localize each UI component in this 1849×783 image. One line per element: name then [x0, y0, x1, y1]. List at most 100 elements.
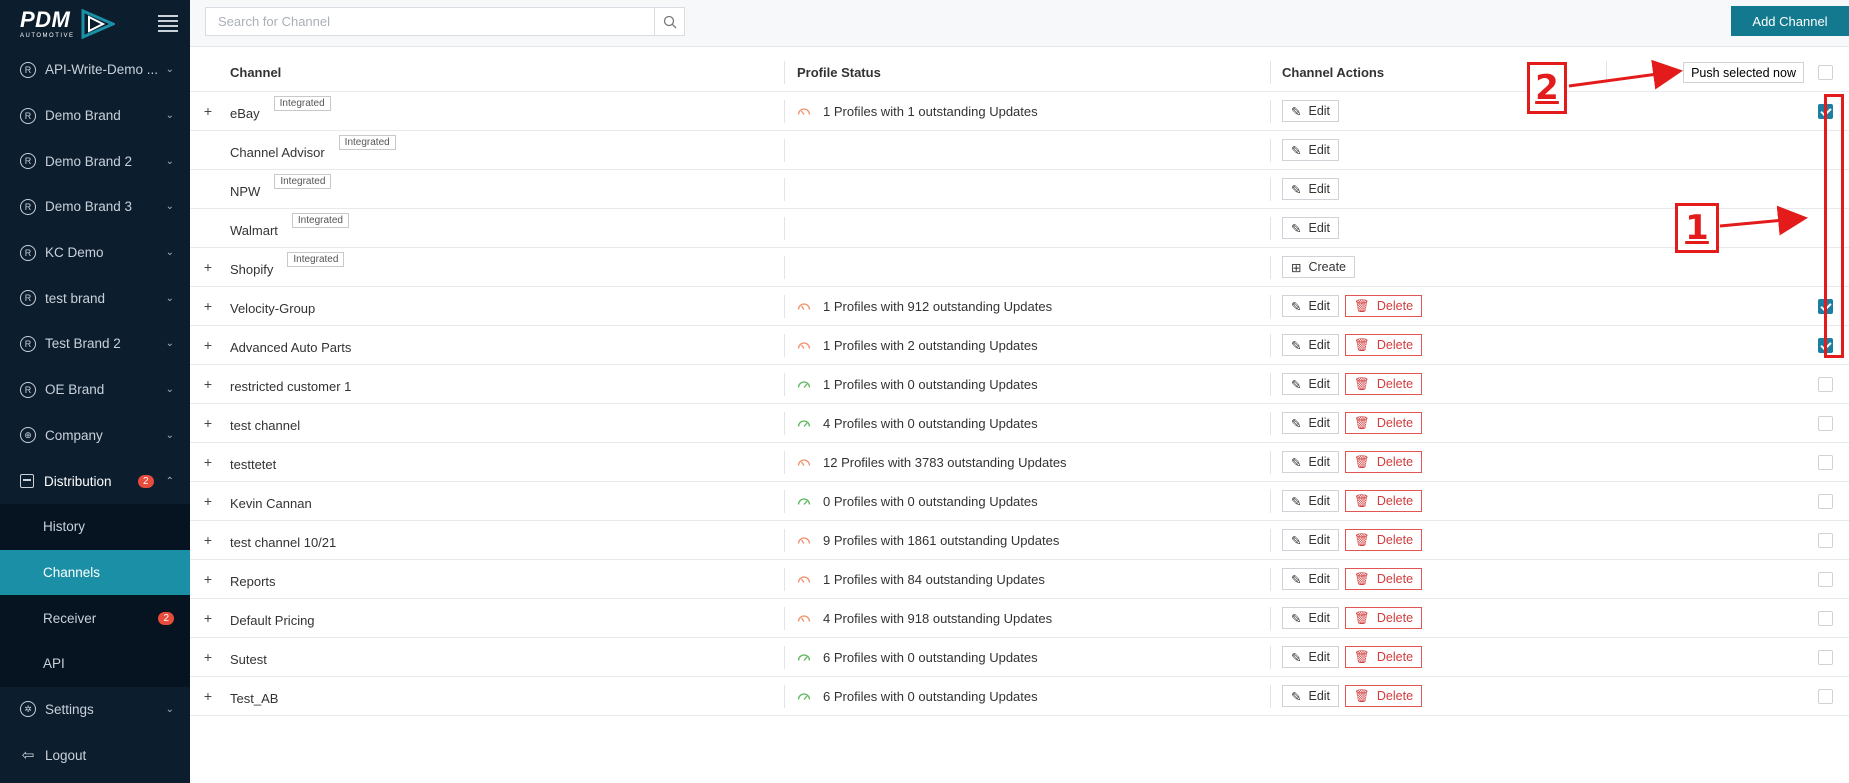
channel-name[interactable]: Channel Advisor	[230, 145, 325, 160]
channel-name[interactable]: NPW	[230, 184, 260, 199]
search-button[interactable]	[654, 8, 684, 35]
edit-button[interactable]: ✎ Edit	[1282, 373, 1340, 395]
expand-row-icon[interactable]: +	[196, 532, 220, 548]
row-select-checkbox[interactable]	[1818, 532, 1833, 548]
row-select-checkbox[interactable]	[1818, 571, 1833, 587]
expand-row-icon[interactable]: +	[196, 493, 220, 509]
edit-button[interactable]: ✎ Edit	[1282, 295, 1340, 317]
edit-button[interactable]: ✎ Edit	[1282, 607, 1340, 629]
expand-row-icon[interactable]: +	[196, 259, 220, 275]
channel-name[interactable]: eBay	[230, 106, 260, 121]
sidebar-item-logout[interactable]: ⇦ Logout	[0, 732, 190, 778]
channel-name[interactable]: Advanced Auto Parts	[230, 340, 351, 355]
channel-name[interactable]: test channel 10/21	[230, 535, 336, 550]
sidebar-subitem-receiver[interactable]: Receiver 2	[0, 595, 190, 641]
delete-button[interactable]: 🗑 Delete	[1345, 607, 1423, 629]
channel-name[interactable]: testtetet	[230, 457, 276, 472]
create-button[interactable]: ⊞ Create	[1282, 256, 1356, 278]
delete-button[interactable]: 🗑 Delete	[1345, 295, 1423, 317]
expand-row-icon[interactable]: +	[196, 337, 220, 353]
delete-button[interactable]: 🗑 Delete	[1345, 412, 1423, 434]
sidebar-item-brand[interactable]: R OE Brand ⌄	[0, 367, 190, 413]
expand-row-icon[interactable]: +	[196, 688, 220, 704]
sidebar-subitem-api[interactable]: API	[0, 640, 190, 687]
channel-name[interactable]: Velocity-Group	[230, 301, 315, 316]
channel-name[interactable]: restricted customer 1	[230, 379, 351, 394]
chevron-down-icon: ⌄	[165, 292, 174, 304]
sidebar-subitem-channels[interactable]: Channels	[0, 549, 190, 596]
row-select-checkbox[interactable]	[1818, 649, 1833, 665]
edit-button[interactable]: ✎ Edit	[1282, 646, 1340, 668]
row-select-checkbox[interactable]	[1818, 415, 1833, 431]
button-label: Delete	[1376, 299, 1414, 313]
delete-button[interactable]: 🗑 Delete	[1345, 451, 1423, 473]
row-select-checkbox[interactable]	[1818, 376, 1833, 392]
row-select-checkbox[interactable]	[1818, 610, 1833, 626]
column-divider	[784, 139, 785, 162]
sidebar-item-label: History	[43, 519, 86, 535]
menu-toggle-icon[interactable]	[158, 14, 178, 33]
edit-button[interactable]: ✎ Edit	[1282, 529, 1340, 551]
channel-name[interactable]: Walmart	[230, 223, 278, 238]
sidebar-item-brand[interactable]: R KC Demo ⌄	[0, 230, 190, 276]
channel-name[interactable]: Test_AB	[230, 691, 278, 706]
expand-row-icon[interactable]: +	[196, 376, 220, 392]
sidebar-item-brand[interactable]: R Demo Brand 3 ⌄	[0, 184, 190, 230]
channel-name[interactable]: Shopify	[230, 262, 273, 277]
channel-name[interactable]: Kevin Cannan	[230, 496, 312, 511]
column-divider	[784, 646, 785, 669]
sidebar-item-brand[interactable]: R Test Brand 2 ⌄	[0, 321, 190, 367]
header-channel: Channel	[230, 64, 282, 80]
expand-row-icon[interactable]: +	[196, 454, 220, 470]
expand-row-icon[interactable]: +	[196, 610, 220, 626]
row-select-checkbox[interactable]	[1818, 454, 1833, 470]
expand-row-icon[interactable]: +	[196, 103, 220, 119]
delete-button[interactable]: 🗑 Delete	[1345, 646, 1423, 668]
profile-status: 1 Profiles with 912 outstanding Updates	[797, 299, 1052, 314]
expand-row-icon[interactable]: +	[196, 571, 220, 587]
add-channel-button[interactable]: Add Channel	[1731, 6, 1849, 36]
sidebar-item-brand[interactable]: R Demo Brand ⌄	[0, 93, 190, 139]
delete-button[interactable]: 🗑 Delete	[1345, 490, 1423, 512]
delete-button[interactable]: 🗑 Delete	[1345, 373, 1423, 395]
logo[interactable]: PDM AUTOMOTIVE	[20, 8, 115, 39]
delete-button[interactable]: 🗑 Delete	[1345, 685, 1423, 707]
delete-button[interactable]: 🗑 Delete	[1345, 529, 1423, 551]
sidebar-subitem-history[interactable]: History	[0, 503, 190, 550]
edit-button[interactable]: ✎ Edit	[1282, 451, 1340, 473]
channel-name[interactable]: Sutest	[230, 652, 267, 667]
sidebar-item-settings[interactable]: ✲ Settings ⌄	[0, 687, 190, 733]
edit-button[interactable]: ✎ Edit	[1282, 100, 1340, 122]
delete-button[interactable]: 🗑 Delete	[1345, 334, 1423, 356]
expand-row-icon[interactable]: +	[196, 649, 220, 665]
edit-button[interactable]: ✎ Edit	[1282, 334, 1340, 356]
delete-button[interactable]: 🗑 Delete	[1345, 568, 1423, 590]
channel-actions: ✎ Edit 🗑 Delete	[1282, 685, 1423, 707]
edit-button[interactable]: ✎ Edit	[1282, 490, 1340, 512]
select-all-checkbox[interactable]	[1818, 64, 1833, 80]
push-selected-button[interactable]: Push selected now	[1683, 62, 1804, 83]
channel-name[interactable]: Default Pricing	[230, 613, 315, 628]
status-text: 1 Profiles with 2 outstanding Updates	[823, 337, 1038, 353]
edit-button[interactable]: ✎ Edit	[1282, 139, 1340, 161]
channel-name[interactable]: test channel	[230, 418, 300, 433]
sidebar-item-label: test brand	[45, 290, 106, 306]
expand-row-icon[interactable]: +	[196, 298, 220, 314]
row-select-checkbox[interactable]	[1818, 493, 1833, 509]
edit-button[interactable]: ✎ Edit	[1282, 178, 1340, 200]
sidebar-item-brand[interactable]: R test brand ⌄	[0, 275, 190, 321]
sidebar-item-brand[interactable]: R Demo Brand 2 ⌄	[0, 138, 190, 184]
sidebar-item-brand[interactable]: R API-Write-Demo ... ⌄	[0, 47, 190, 93]
edit-button[interactable]: ✎ Edit	[1282, 568, 1340, 590]
logo-play-icon	[81, 8, 115, 39]
edit-button[interactable]: ✎ Edit	[1282, 217, 1340, 239]
channel-name[interactable]: Reports	[230, 574, 276, 589]
sidebar-item-company[interactable]: ⊕ Company ⌄	[0, 413, 190, 459]
row-select-checkbox[interactable]	[1818, 688, 1833, 704]
sidebar-item-distribution[interactable]: Distribution 2 ⌃	[0, 458, 190, 504]
edit-button[interactable]: ✎ Edit	[1282, 412, 1340, 434]
search-input[interactable]	[206, 8, 654, 35]
edit-button[interactable]: ✎ Edit	[1282, 685, 1340, 707]
expand-row-icon[interactable]: +	[196, 415, 220, 431]
gauge-icon	[797, 576, 811, 583]
